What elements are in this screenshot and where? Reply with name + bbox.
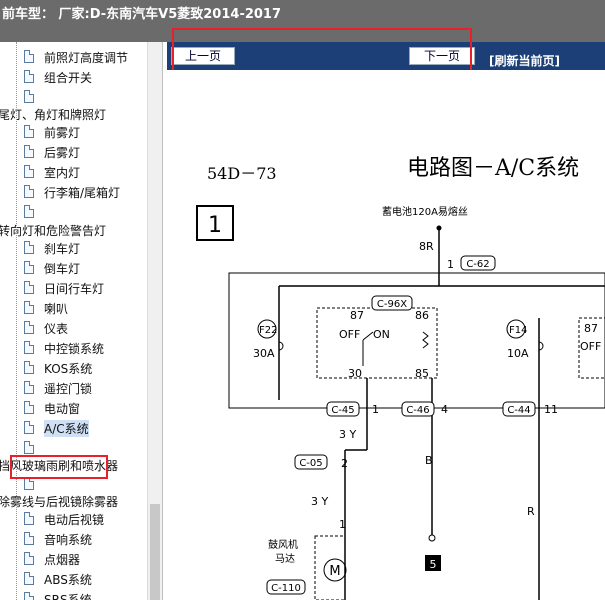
refresh-page-link[interactable]: [刷新当前页] <box>489 52 560 69</box>
document-icon <box>24 341 34 354</box>
relay-off: OFF <box>339 328 360 341</box>
wire-3y-b: 3 Y <box>311 495 328 508</box>
tree-item-label: 刹车灯 <box>44 242 81 256</box>
tree-item-label: 倒车灯 <box>44 262 81 276</box>
document-icon <box>24 70 34 83</box>
tree-item-label: SRS系统 <box>44 593 92 600</box>
c46-pin: 4 <box>441 403 448 416</box>
connector-c44: C-44 <box>507 405 530 416</box>
tree-item-label: 组合开关 <box>44 71 93 85</box>
document-icon <box>24 281 34 294</box>
tree-item-label: KOS系统 <box>44 362 93 376</box>
tree-item-label: 前雾灯 <box>44 126 81 140</box>
document-icon <box>24 381 34 394</box>
fuse-f22-amp: 30A <box>253 347 275 360</box>
document-icon <box>24 241 34 254</box>
connector-c62: C-62 <box>466 259 489 270</box>
connector-c45: C-45 <box>331 405 354 416</box>
document-icon <box>24 185 34 198</box>
tree-item-label: 日间行车灯 <box>44 282 105 296</box>
relay-on: ON <box>373 328 390 341</box>
document-icon <box>24 205 34 218</box>
relay-pin-85: 85 <box>415 367 429 380</box>
sidebar-scrollbar[interactable] <box>147 42 162 600</box>
document-icon <box>24 301 34 314</box>
document-icon <box>24 90 34 103</box>
right-relay-87: 87 <box>584 322 598 335</box>
tree-item-label: 电动后视镜 <box>44 513 105 527</box>
tree-item-label: 室内灯 <box>44 166 81 180</box>
motor-symbol: M <box>329 564 340 579</box>
ground-number: 5 <box>430 558 437 571</box>
document-viewer: 54D－73 电路图－A/C系统 1 蓄电池120A易熔丝 8R 1 C-62 … <box>167 70 605 600</box>
document-icon <box>24 421 34 434</box>
c45-pin: 1 <box>372 403 379 416</box>
sidebar-tree: 前照灯高度调节 组合开关 尾灯、角灯和牌照灯 前雾灯 后雾灯 室内灯 行李箱/尾箱灯 转向灯和… <box>0 42 163 600</box>
right-relay-off: OFF <box>580 340 601 353</box>
wire-b: B <box>425 454 433 467</box>
motor-label-1: 鼓风机 <box>268 538 298 551</box>
tree-item-label: 喇叭 <box>44 302 69 316</box>
tree-item-label: ABS系统 <box>44 573 92 587</box>
document-icon <box>24 361 34 374</box>
relay-pin-87: 87 <box>350 309 364 322</box>
document-icon <box>24 552 34 565</box>
document-icon <box>24 145 34 158</box>
connector-c110: C-110 <box>271 583 301 594</box>
wire-3y-a: 3 Y <box>339 428 356 441</box>
battery-label: 蓄电池120A易熔丝 <box>382 205 468 218</box>
window-title: 前车型： 厂家:D-东南汽车V5菱致2014-2017 <box>2 7 282 22</box>
wire-r: R <box>527 505 535 518</box>
tree-item-label: 前照灯高度调节 <box>44 51 129 65</box>
highlight-box-ac <box>10 455 108 479</box>
motor-label-2: 马达 <box>275 553 295 565</box>
tree-item-label: 音响系统 <box>44 533 93 547</box>
wire-8r: 8R <box>419 240 434 253</box>
tree-item-label: 中控锁系统 <box>44 342 105 356</box>
document-icon <box>24 512 34 525</box>
connector-c05: C-05 <box>299 458 322 469</box>
document-icon <box>24 592 34 600</box>
document-icon <box>24 125 34 138</box>
tree-item-label: 后雾灯 <box>44 146 81 160</box>
document-icon <box>24 261 34 274</box>
document-icon <box>24 572 34 585</box>
tree-item-label: 仪表 <box>44 322 69 336</box>
tree-item-label: 遥控门锁 <box>44 382 93 396</box>
fuse-f14-amp: 10A <box>507 347 529 360</box>
pin-1b: 1 <box>339 518 346 531</box>
connector-c46: C-46 <box>406 405 429 416</box>
tree-item-label: 点烟器 <box>44 553 81 567</box>
section-number: 1 <box>208 213 222 238</box>
document-icon <box>24 321 34 334</box>
c05-pin: 2 <box>341 457 348 470</box>
connector-c96x: C-96X <box>377 299 407 310</box>
document-icon <box>24 532 34 545</box>
scrollbar-thumb[interactable] <box>150 504 160 600</box>
tree-item-label: 电动窗 <box>44 402 81 416</box>
tree-item-label: 行李箱/尾箱灯 <box>44 186 121 200</box>
wiring-diagram: 1 蓄电池120A易熔丝 8R 1 C-62 C-96X 87 86 OFF O… <box>196 205 605 600</box>
relay-pin-30: 30 <box>348 367 362 380</box>
document-icon <box>24 50 34 63</box>
document-icon <box>24 165 34 178</box>
tree-item-label: A/C系统 <box>44 420 89 437</box>
c44-pin: 11 <box>544 403 558 416</box>
document-icon <box>24 441 34 454</box>
pin-1: 1 <box>447 258 454 271</box>
tree-connector <box>16 42 17 600</box>
relay-pin-86: 86 <box>415 309 429 322</box>
tree-item-label: 除雾线与后视镜除雾器 <box>0 495 119 509</box>
document-icon <box>24 401 34 414</box>
